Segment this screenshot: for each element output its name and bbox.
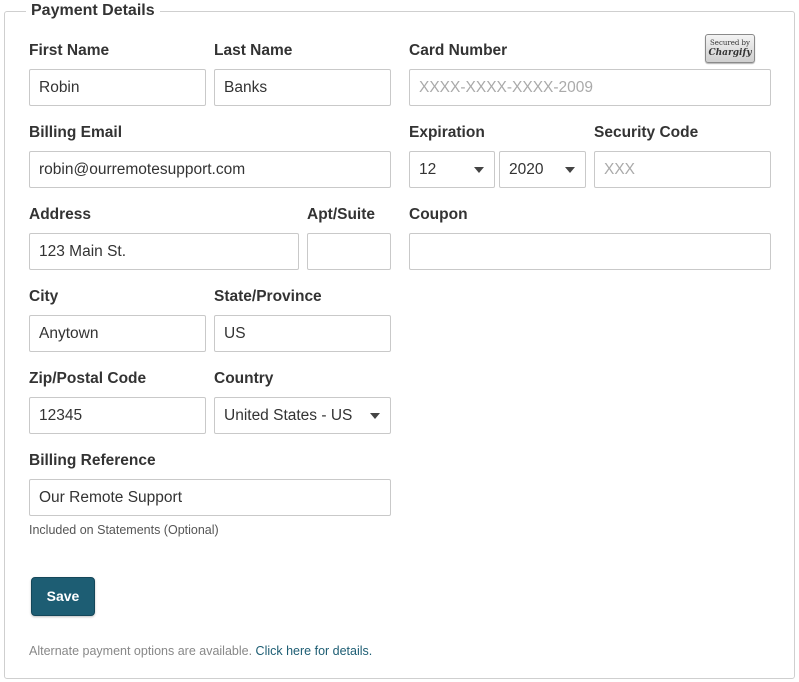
chevron-down-icon: [474, 167, 484, 173]
coupon-input[interactable]: [409, 233, 771, 270]
state-province-input[interactable]: US: [214, 315, 391, 352]
alternate-payment-note: Alternate payment options are available.…: [29, 642, 372, 660]
expiration-label: Expiration: [409, 124, 485, 141]
city-label: City: [29, 288, 59, 305]
country-label: Country: [214, 370, 274, 387]
badge-line2: Chargify: [708, 48, 752, 58]
expiration-year-select[interactable]: 2020: [499, 151, 586, 188]
save-button[interactable]: Save: [31, 577, 95, 616]
chevron-down-icon: [565, 167, 575, 173]
badge-line1: Secured by: [710, 39, 750, 47]
expiration-month-value: 12: [419, 161, 437, 178]
first-name-input[interactable]: Robin: [29, 69, 206, 106]
first-name-label: First Name: [29, 42, 110, 59]
apt-suite-label: Apt/Suite: [307, 206, 376, 223]
card-number-label: Card Number: [409, 42, 508, 59]
country-value: United States - US: [224, 407, 353, 424]
card-number-input[interactable]: XXXX-XXXX-XXXX-2009: [409, 69, 771, 106]
address-input[interactable]: 123 Main St.: [29, 233, 299, 270]
apt-suite-input[interactable]: [307, 233, 391, 270]
coupon-label: Coupon: [409, 206, 468, 223]
section-title: Payment Details: [26, 1, 160, 21]
last-name-label: Last Name: [214, 42, 293, 59]
expiration-year-value: 2020: [509, 161, 544, 178]
expiration-month-select[interactable]: 12: [409, 151, 495, 188]
zip-label: Zip/Postal Code: [29, 370, 147, 387]
billing-reference-hint: Included on Statements (Optional): [29, 523, 219, 537]
billing-reference-input[interactable]: Our Remote Support: [29, 479, 391, 516]
state-province-label: State/Province: [214, 288, 322, 305]
address-label: Address: [29, 206, 92, 223]
billing-email-label: Billing Email: [29, 124, 123, 141]
billing-email-input[interactable]: robin@ourremotesupport.com: [29, 151, 391, 188]
footer-text: Alternate payment options are available.: [29, 644, 253, 658]
secured-by-chargify-badge: Secured by Chargify: [705, 34, 755, 63]
city-input[interactable]: Anytown: [29, 315, 206, 352]
country-select[interactable]: United States - US: [214, 397, 391, 434]
security-code-input[interactable]: XXX: [594, 151, 771, 188]
billing-reference-label: Billing Reference: [29, 452, 156, 469]
details-link[interactable]: Click here for details.: [256, 644, 373, 658]
zip-input[interactable]: 12345: [29, 397, 206, 434]
last-name-input[interactable]: Banks: [214, 69, 391, 106]
chevron-down-icon: [370, 413, 380, 419]
security-code-label: Security Code: [594, 124, 699, 141]
